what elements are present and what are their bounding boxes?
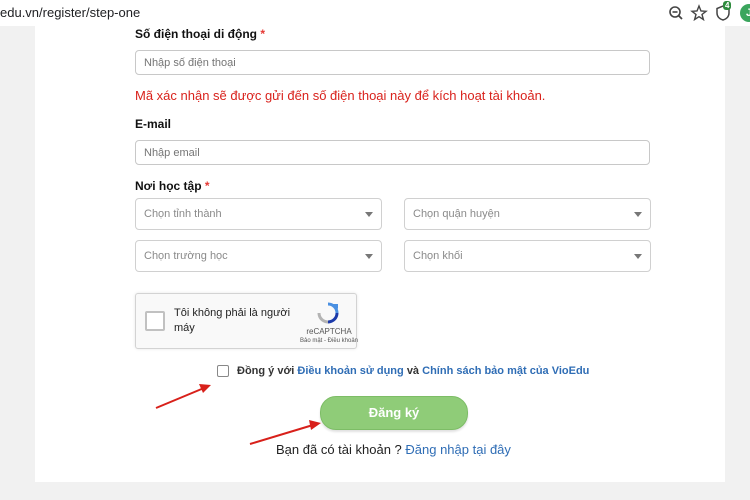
school-label: Nơi học tập * — [135, 179, 210, 193]
phone-notice: Mã xác nhận sẽ được gửi đến số điện thoạ… — [135, 88, 546, 103]
recaptcha-footer[interactable]: Bảo mật - Điều khoản — [284, 338, 374, 344]
login-prompt-text: Bạn đã có tài khoản ? — [276, 442, 402, 457]
privacy-link[interactable]: Chính sách bảo mật của VioEdu — [422, 365, 589, 377]
phone-required-mark: * — [260, 27, 266, 41]
profile-initial: J — [745, 7, 750, 19]
phone-label-text: Số điện thoại di động — [135, 27, 257, 41]
login-link[interactable]: Đăng nhập tại đây — [405, 442, 511, 457]
school-required-mark: * — [204, 179, 210, 193]
recaptcha-widget: Tôi không phải là người máy reCAPTCHA Bả… — [135, 293, 358, 349]
chevron-down-icon — [634, 212, 642, 217]
district-select-value: Chọn quận huyện — [413, 208, 500, 220]
email-label: E-mail — [135, 117, 172, 131]
extension-shield-icon[interactable]: 4 — [714, 1, 732, 22]
recaptcha-checkbox[interactable] — [145, 311, 165, 331]
phone-label: Số điện thoại di động * — [135, 27, 265, 41]
agree-prefix: Đồng ý với — [237, 365, 295, 377]
agree-terms-text: Đồng ý với Điều khoản sử dụng và Chính s… — [237, 365, 589, 377]
school-select[interactable]: Chọn trường học — [135, 240, 382, 272]
address-bar-url[interactable]: edu.vn/register/step-one — [0, 5, 140, 20]
agree-terms-checkbox[interactable] — [217, 365, 229, 377]
browser-toolbar: edu.vn/register/step-one 4 J — [0, 0, 750, 26]
recaptcha-brand: reCAPTCHA — [306, 327, 352, 336]
terms-link[interactable]: Điều khoản sử dụng — [297, 365, 403, 377]
chevron-down-icon — [365, 254, 373, 259]
province-select-value: Chọn tỉnh thành — [144, 208, 222, 220]
grade-select[interactable]: Chọn khối — [404, 240, 651, 272]
agree-conjunction: và — [406, 365, 420, 377]
profile-avatar[interactable]: J — [740, 4, 750, 22]
login-prompt: Bạn đã có tài khoản ? Đăng nhập tại đây — [276, 442, 511, 457]
email-input[interactable] — [135, 140, 650, 165]
school-label-text: Nơi học tập — [135, 179, 202, 193]
registration-form-card: Số điện thoại di động * Mã xác nhận sẽ đ… — [35, 26, 725, 482]
zoom-out-icon[interactable] — [667, 4, 685, 22]
school-select-value: Chọn trường học — [144, 250, 228, 262]
recaptcha-label: Tôi không phải là người máy — [174, 307, 291, 334]
district-select[interactable]: Chọn quận huyện — [404, 198, 651, 230]
chevron-down-icon — [365, 212, 373, 217]
bookmark-star-icon[interactable] — [690, 4, 708, 22]
grade-select-value: Chọn khối — [413, 250, 463, 262]
chevron-down-icon — [634, 254, 642, 259]
province-select[interactable]: Chọn tỉnh thành — [135, 198, 382, 230]
extension-badge: 4 — [723, 1, 732, 10]
phone-input[interactable] — [135, 50, 650, 75]
register-button[interactable]: Đăng ký — [320, 396, 468, 430]
recaptcha-logo-icon — [317, 302, 339, 324]
